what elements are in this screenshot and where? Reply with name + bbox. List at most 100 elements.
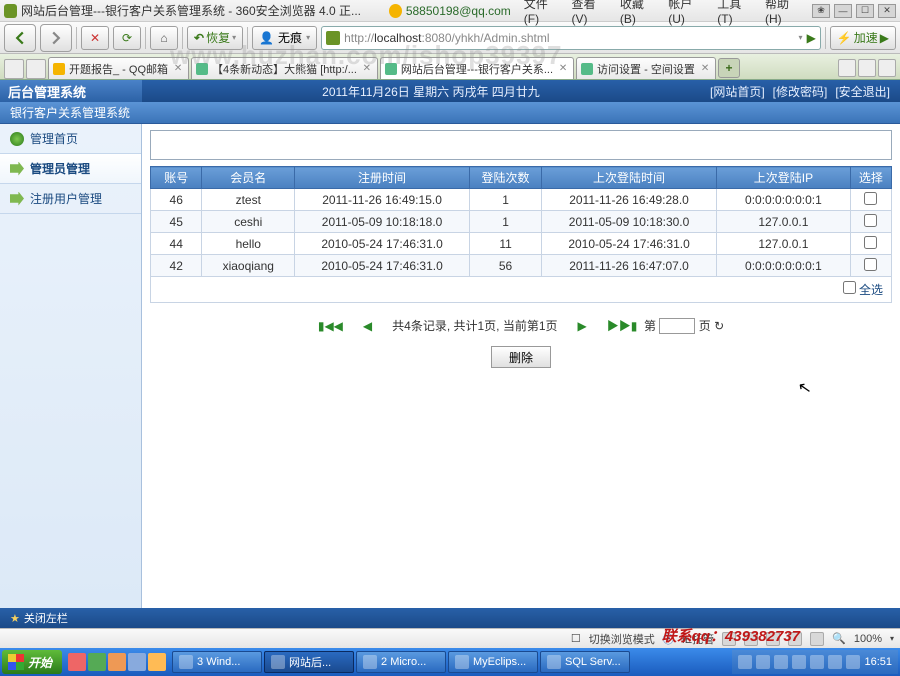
ql-icon[interactable]: [108, 653, 126, 671]
fav-button[interactable]: [26, 59, 46, 79]
notrace-icon: 👤: [259, 31, 274, 45]
tab-close-icon[interactable]: ✕: [172, 63, 184, 74]
row-checkbox[interactable]: [864, 214, 877, 227]
page-input[interactable]: [659, 318, 695, 334]
zoom-level[interactable]: 100%: [854, 633, 882, 645]
status-icon[interactable]: [766, 632, 780, 646]
taskbar-task[interactable]: 3 Wind...: [172, 651, 262, 673]
menu-favorites[interactable]: 收藏(B): [620, 0, 656, 26]
prev-page-button[interactable]: ◀: [363, 319, 372, 333]
switch-mode-link[interactable]: 切换浏览模式: [589, 631, 655, 647]
select-all-checkbox[interactable]: [843, 281, 856, 294]
zoom-icon[interactable]: 🔍: [832, 632, 846, 645]
skin-button[interactable]: ❀: [812, 4, 830, 18]
col-reg: 注册时间: [295, 167, 470, 189]
sidebar-item-admin[interactable]: 管理员管理: [0, 154, 141, 184]
ie-mode[interactable]: IE托管: [682, 631, 714, 647]
tab-3[interactable]: 访问设置 - 空间设置✕: [576, 57, 716, 79]
go-button[interactable]: ▶: [807, 31, 816, 45]
start-button[interactable]: 开始: [2, 650, 62, 674]
tray-icon[interactable]: [828, 655, 842, 669]
minimize-button[interactable]: —: [834, 4, 852, 18]
restore-button[interactable]: ↶恢复▾: [187, 26, 243, 50]
status-icon[interactable]: [744, 632, 758, 646]
link-password[interactable]: [修改密码]: [773, 83, 828, 100]
home-button[interactable]: ⌂: [150, 26, 178, 50]
go-page-button[interactable]: ↻: [714, 319, 724, 333]
ql-icon[interactable]: [128, 653, 146, 671]
cell-reg: 2011-11-26 16:49:15.0: [295, 189, 470, 211]
tab-close-icon[interactable]: ✕: [557, 63, 569, 74]
cell-name: xiaoqiang: [202, 255, 295, 277]
taskbar-task[interactable]: 2 Micro...: [356, 651, 446, 673]
task-icon: [455, 655, 469, 669]
first-page-button[interactable]: ▮◀◀: [318, 319, 343, 333]
select-all-link[interactable]: 全选: [843, 283, 883, 297]
qq-account[interactable]: 58850198@qq.com: [406, 4, 511, 18]
app-logo: 后台管理系统: [0, 80, 142, 102]
menu-help[interactable]: 帮助(H): [765, 0, 802, 26]
collapse-sidebar-link[interactable]: 关闭左栏: [24, 610, 68, 626]
taskbar-task[interactable]: MyEclips...: [448, 651, 538, 673]
taskbar-task[interactable]: SQL Serv...: [540, 651, 630, 673]
speed-button[interactable]: ⚡加速▶: [830, 26, 896, 50]
stop-button[interactable]: ✕: [81, 26, 109, 50]
address-bar[interactable]: http://localhost:8080/yhkh/Admin.shtml ▾…: [321, 26, 821, 50]
menu-file[interactable]: 文件(F): [524, 0, 560, 26]
status-icon[interactable]: [722, 632, 736, 646]
sidebar: 管理首页 管理员管理 注册用户管理: [0, 124, 142, 608]
tray-icon[interactable]: [738, 655, 752, 669]
status-icon[interactable]: [788, 632, 802, 646]
clock[interactable]: 16:51: [864, 656, 892, 668]
menu-account[interactable]: 帐户(U): [668, 0, 705, 26]
reload-button[interactable]: ⟳: [113, 26, 141, 50]
table-row: 44hello2010-05-24 17:46:31.0112010-05-24…: [151, 233, 892, 255]
row-checkbox[interactable]: [864, 192, 877, 205]
tray-icon[interactable]: [774, 655, 788, 669]
incognito-button[interactable]: 👤无痕▾: [252, 26, 317, 50]
separator: [76, 27, 77, 49]
forward-button[interactable]: [40, 24, 72, 52]
url-dropdown-icon[interactable]: ▾: [799, 33, 803, 42]
link-logout[interactable]: [安全退出]: [835, 83, 890, 100]
tray-icon[interactable]: [810, 655, 824, 669]
tray-icon[interactable]: [756, 655, 770, 669]
tab-list-button[interactable]: [4, 59, 24, 79]
sidebar-item-users[interactable]: 注册用户管理: [0, 184, 141, 214]
ql-icon[interactable]: [148, 653, 166, 671]
separator: [247, 27, 248, 49]
row-checkbox[interactable]: [864, 258, 877, 271]
delete-button[interactable]: 删除: [491, 346, 551, 368]
tab-tool-1[interactable]: [838, 59, 856, 77]
tab-close-icon[interactable]: ✕: [699, 63, 711, 74]
maximize-button[interactable]: ☐: [856, 4, 874, 18]
back-button[interactable]: [4, 24, 36, 52]
col-select: 选择: [850, 167, 891, 189]
sidebar-item-home[interactable]: 管理首页: [0, 124, 141, 154]
ql-icon[interactable]: [88, 653, 106, 671]
cell-last: 2011-11-26 16:47:07.0: [542, 255, 717, 277]
tab-tool-2[interactable]: [858, 59, 876, 77]
tab-2[interactable]: 网站后台管理---银行客户关系...✕: [380, 57, 574, 79]
row-checkbox[interactable]: [864, 236, 877, 249]
tray-icon[interactable]: [846, 655, 860, 669]
tray-icon[interactable]: [792, 655, 806, 669]
tab-close-icon[interactable]: ✕: [361, 63, 373, 74]
tab-0[interactable]: 开题报告_ - QQ邮箱✕: [48, 57, 189, 79]
tab-tool-3[interactable]: [878, 59, 896, 77]
tab-icon: [581, 63, 593, 75]
app-footer: ★ 关闭左栏: [0, 608, 900, 628]
status-icon[interactable]: [810, 632, 824, 646]
menu-tools[interactable]: 工具(T): [717, 0, 753, 26]
link-home[interactable]: [网站首页]: [710, 83, 765, 100]
close-button[interactable]: ✕: [878, 4, 896, 18]
menu-view[interactable]: 查看(V): [572, 0, 608, 26]
tab-1[interactable]: 【4条新动态】大熊猫 [http:/...✕: [191, 57, 378, 79]
last-page-button[interactable]: ▶▶▮: [607, 319, 638, 333]
taskbar-task[interactable]: 网站后...: [264, 651, 354, 673]
menubar: 文件(F) 查看(V) 收藏(B) 帐户(U) 工具(T) 帮助(H): [524, 0, 802, 26]
new-tab-button[interactable]: +: [718, 58, 740, 78]
ql-icon[interactable]: [68, 653, 86, 671]
col-ip: 上次登陆IP: [717, 167, 851, 189]
next-page-button[interactable]: ▶: [578, 319, 587, 333]
